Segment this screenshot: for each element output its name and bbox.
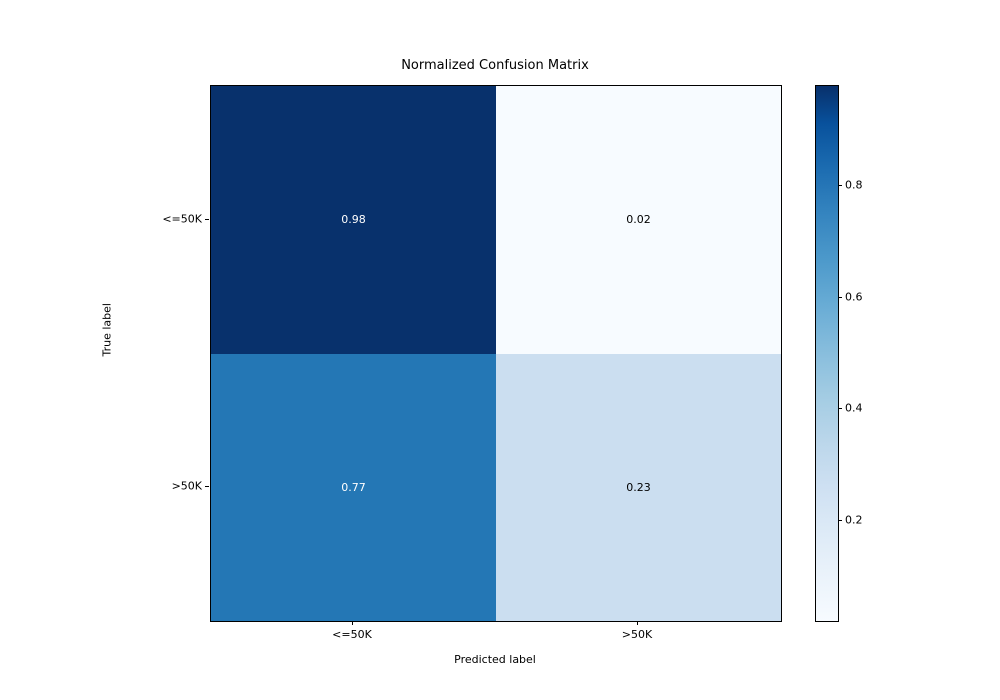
- cell-1-1: 0.23: [496, 354, 781, 622]
- y-axis-label: True label: [101, 303, 114, 356]
- ytick-label-0: <=50K: [162, 213, 202, 226]
- heatmap-container: 0.98 0.02 0.77 0.23: [210, 85, 780, 620]
- chart-title: Normalized Confusion Matrix: [210, 58, 780, 73]
- ytick-label-1: >50K: [172, 480, 202, 493]
- xtick-label-1: >50K: [622, 628, 652, 641]
- cell-0-1: 0.02: [496, 86, 781, 354]
- cbar-tick-1: 0.4: [845, 402, 863, 415]
- heatmap-grid: 0.98 0.02 0.77 0.23: [210, 85, 782, 622]
- colorbar: [815, 85, 837, 620]
- cbar-tick-2: 0.6: [845, 291, 863, 304]
- cbar-tick-0: 0.2: [845, 514, 863, 527]
- xtick-mark: [352, 621, 353, 625]
- cbar-tick-mark: [838, 408, 842, 409]
- xtick-label-0: <=50K: [332, 628, 372, 641]
- cbar-tick-mark: [838, 185, 842, 186]
- cbar-tick-mark: [838, 297, 842, 298]
- cbar-tick-mark: [838, 520, 842, 521]
- ytick-mark: [205, 219, 209, 220]
- cbar-tick-3: 0.8: [845, 179, 863, 192]
- xtick-mark: [637, 621, 638, 625]
- cell-1-0: 0.77: [211, 354, 496, 622]
- x-axis-label: Predicted label: [210, 653, 780, 666]
- cell-0-0: 0.98: [211, 86, 496, 354]
- colorbar-gradient: [815, 85, 839, 622]
- ytick-mark: [205, 486, 209, 487]
